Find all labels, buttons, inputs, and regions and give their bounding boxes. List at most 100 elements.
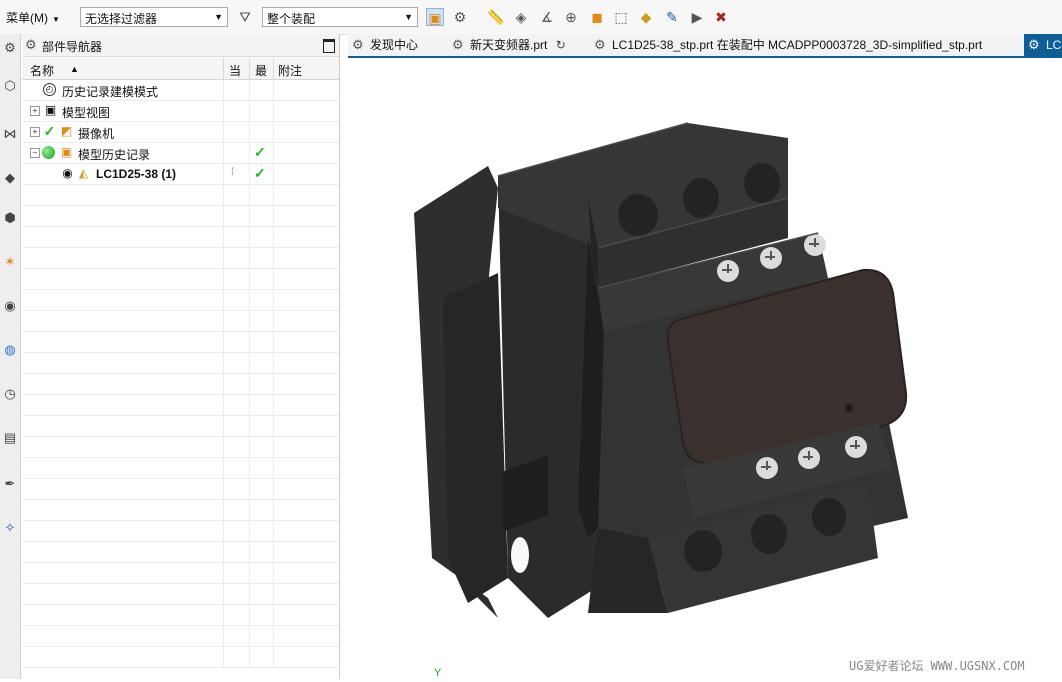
clock-icon[interactable]: ◷ [1, 384, 19, 404]
empty-row [22, 290, 339, 311]
column-header: 名称 ▲ 当 最 附注 [22, 58, 339, 80]
orange-cube-icon[interactable]: ◼ [588, 8, 606, 26]
tab-inverter-part[interactable]: ⚙ 新天变频器.prt ↻ [448, 34, 584, 56]
assembly-scope-value: 整个装配 [267, 12, 316, 26]
empty-row [22, 521, 339, 542]
expand-icon[interactable]: + [30, 127, 40, 137]
latest-checkmark-icon: ✓ [254, 165, 266, 181]
tree-node-label: 历史记录建模模式 [62, 85, 159, 99]
empty-row [22, 332, 339, 353]
checkmark-icon[interactable]: ✓ [42, 124, 57, 139]
tree-node-label: 模型历史记录 [78, 148, 151, 162]
tab-label: 发现中心 [370, 38, 419, 52]
column-current[interactable]: 当 [229, 62, 241, 79]
y-axis-label: Y [434, 667, 442, 679]
empty-row [22, 395, 339, 416]
tree-node-body[interactable]: ◉ ◭ LC1D25-38 (1) ⁞ ✓ [22, 164, 339, 185]
history-icon[interactable]: ◉ [1, 296, 19, 316]
part-icon[interactable]: ⬢ [1, 208, 19, 228]
maximize-icon[interactable] [323, 39, 335, 53]
sort-ascending-icon[interactable]: ▲ [70, 64, 79, 74]
part-navigator: ⚙ 部件导航器 名称 ▲ 当 最 附注 ◴ 历史记录建模模式 + ▣ 模型视图 … [22, 34, 340, 679]
tree-node-model-history[interactable]: − ▣ 模型历史记录 ✓ [22, 143, 339, 164]
select-cube-icon[interactable]: ▣ [426, 8, 444, 26]
body-icon: ◭ [78, 166, 89, 180]
status-green-icon [42, 146, 55, 159]
tab-label: LC1D25-38_stp.prt 在装配中 MCADPP0003728_3D-… [612, 38, 983, 52]
add-component-icon[interactable]: ⊕ [562, 8, 580, 26]
pen-icon[interactable]: ✒ [1, 474, 19, 494]
tab-discovery-center[interactable]: ⚙ 发现中心 [348, 34, 444, 56]
box-icon[interactable]: ⬚ [612, 8, 630, 26]
part-icon: ⚙ [594, 37, 606, 52]
feature-select-icon[interactable]: ⚙ [451, 8, 469, 26]
constraint-icon[interactable]: ⋈ [1, 124, 19, 144]
latest-checkmark-icon: ✓ [254, 144, 266, 160]
empty-row [22, 353, 339, 374]
empty-row [22, 206, 339, 227]
empty-row [22, 416, 339, 437]
clock-icon: ◴ [43, 83, 56, 96]
cube-icon[interactable]: ⬡ [1, 76, 19, 96]
top-toolbar: 菜单(M) ▼ 无选择过滤器 ▼ ⛛ 整个装配 ▼ ▣ ⚙ 📏 ◈ ∡ ⊕ ◼ ⬚… [0, 0, 1062, 35]
navigator-title: 部件导航器 [42, 40, 103, 54]
tab-label: LC [1046, 38, 1062, 52]
edit-pencil-icon[interactable]: ✎ [663, 8, 681, 26]
angle-measure-icon[interactable]: ∡ [538, 8, 556, 26]
empty-row [22, 437, 339, 458]
column-latest[interactable]: 最 [255, 62, 267, 79]
chevron-down-icon: ▼ [404, 12, 413, 22]
tab-contactor-part[interactable]: ⚙ LC1D25-38_stp.prt 在装配中 MCADPP0003728_3… [590, 34, 1020, 56]
chevron-down-icon: ▼ [214, 12, 223, 22]
navigator-tree: ◴ 历史记录建模模式 + ▣ 模型视图 + ✓ ◩ 摄像机 − ▣ 模型历史记录… [22, 80, 339, 668]
collapse-icon[interactable]: − [30, 148, 40, 158]
play-icon[interactable]: ▶ [688, 8, 706, 26]
plane-icon[interactable]: ◈ [512, 8, 530, 26]
column-divider[interactable] [223, 58, 224, 79]
document-tabs: ⚙ 发现中心 ⚙ 新天变频器.prt ↻ ⚙ LC1D25-38_stp.prt… [348, 34, 1062, 58]
menu-label: 菜单(M) [6, 11, 48, 25]
navigator-icon: ⚙ [25, 37, 37, 52]
close-window-icon[interactable]: ✖ [712, 8, 730, 26]
menu-button[interactable]: 菜单(M) ▼ [6, 9, 60, 26]
assembly-scope-select[interactable]: 整个装配 ▼ [262, 7, 418, 27]
eye-icon[interactable]: ◉ [60, 166, 75, 181]
web-icon[interactable]: ◍ [1, 340, 19, 360]
gear-icon: ⚙ [352, 37, 364, 52]
empty-row [22, 248, 339, 269]
model-views-icon: ▣ [44, 103, 57, 117]
layer-icon[interactable]: ◆ [637, 8, 655, 26]
column-divider[interactable] [273, 58, 274, 79]
chevron-down-icon: ▼ [52, 15, 60, 24]
navigator-header: ⚙ 部件导航器 [22, 34, 339, 57]
column-notes[interactable]: 附注 [278, 62, 302, 79]
resource-bar: ⚙ ⬡ ⋈ ◆ ⬢ ✶ ◉ ◍ ◷ ▤ ✒ ✧ [0, 34, 21, 679]
tree-node-history-mode[interactable]: ◴ 历史记录建模模式 [22, 80, 339, 101]
layer-icon[interactable]: ◆ [1, 168, 19, 188]
document-icon[interactable]: ▤ [1, 428, 19, 448]
empty-row [22, 269, 339, 290]
gear-icon[interactable]: ⚙ [1, 38, 19, 58]
empty-row [22, 563, 339, 584]
refresh-icon: ↻ [555, 38, 566, 52]
expand-icon[interactable]: + [30, 106, 40, 116]
column-name[interactable]: 名称 [30, 62, 54, 79]
column-divider[interactable] [249, 58, 250, 79]
graphics-window[interactable] [348, 58, 1062, 679]
tree-node-camera[interactable]: + ✓ ◩ 摄像机 [22, 122, 339, 143]
empty-row [22, 584, 339, 605]
orange-star-icon[interactable]: ✶ [1, 252, 19, 272]
filter-funnel-icon[interactable]: ⛛ [236, 8, 254, 26]
empty-row [22, 227, 339, 248]
empty-row [22, 458, 339, 479]
camera-icon: ◩ [60, 124, 73, 138]
tab-active-part[interactable]: ⚙ LC [1024, 34, 1062, 56]
role-icon[interactable]: ✧ [1, 518, 19, 538]
contactor-3d-model[interactable] [348, 58, 1062, 679]
measure-ruler-icon[interactable]: 📏 [487, 8, 505, 26]
selection-filter-select[interactable]: 无选择过滤器 ▼ [80, 7, 228, 27]
model-history-icon: ▣ [60, 145, 73, 159]
tree-node-label: LC1D25-38 (1) [96, 167, 177, 181]
tree-node-model-views[interactable]: + ▣ 模型视图 [22, 101, 339, 122]
empty-row [22, 479, 339, 500]
